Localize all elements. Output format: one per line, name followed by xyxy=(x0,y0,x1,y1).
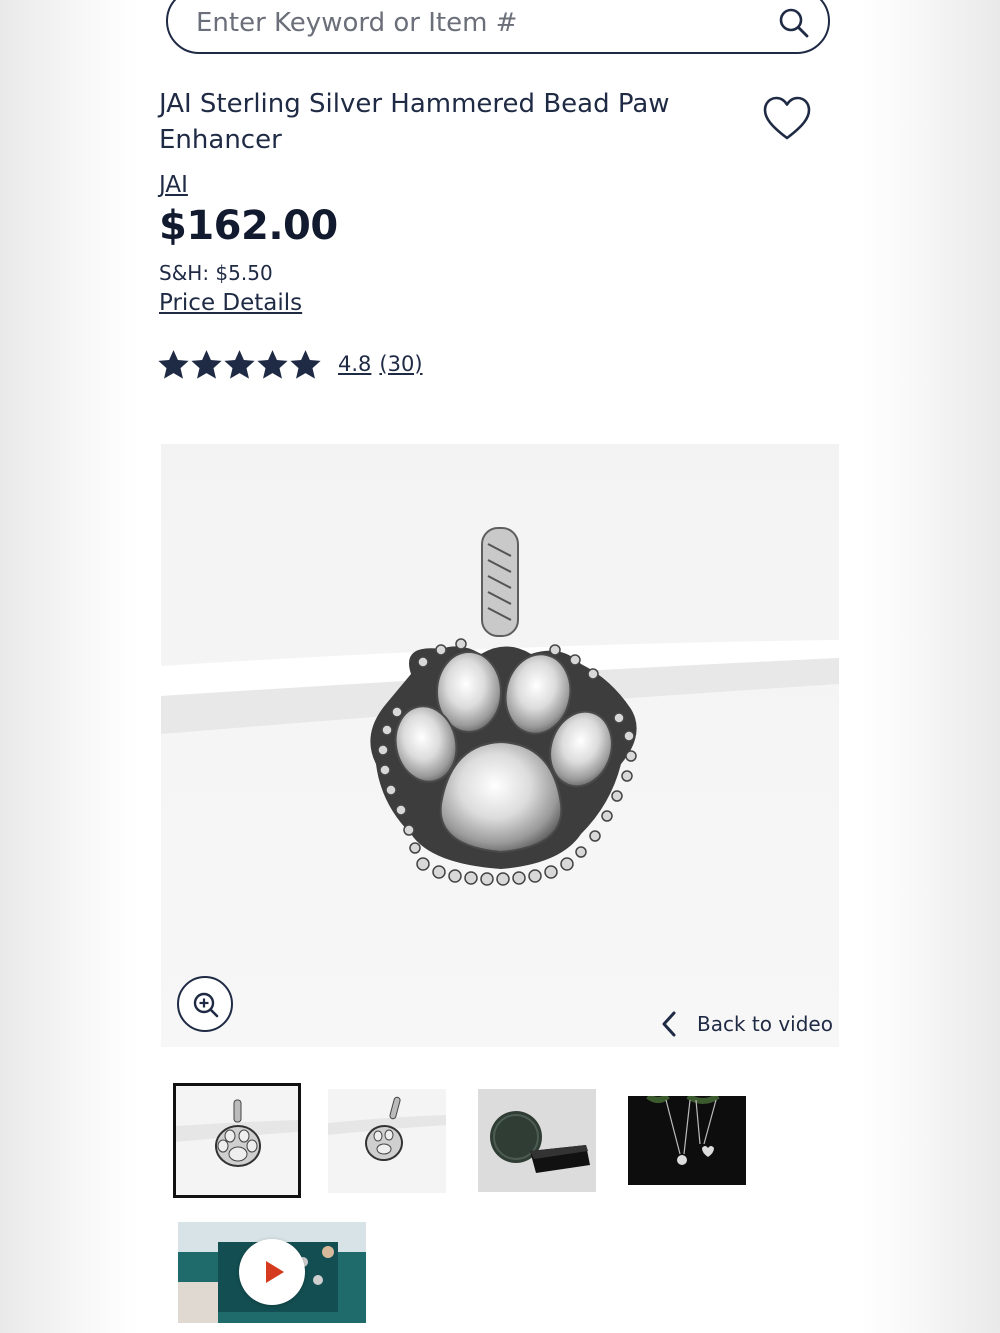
thumbnail-gift-box[interactable] xyxy=(478,1089,596,1192)
main-product-image[interactable]: Back to video xyxy=(161,444,839,1047)
thumbnail-paw-side[interactable] xyxy=(328,1089,446,1193)
star-icon xyxy=(290,349,321,379)
product-price: $162.00 xyxy=(159,203,338,249)
search-input[interactable] xyxy=(194,2,758,44)
review-count[interactable]: (30) xyxy=(379,352,422,376)
rating-value[interactable]: 4.8 xyxy=(338,352,371,376)
thumbnail-paw-front[interactable] xyxy=(173,1083,301,1198)
rating-stars xyxy=(157,348,322,381)
star-icon xyxy=(158,349,189,379)
product-page: JAI Sterling Silver Hammered Bead Paw En… xyxy=(137,0,864,1333)
paw-front-thumbnail-image xyxy=(176,1086,298,1195)
price-details-link[interactable]: Price Details xyxy=(159,290,302,316)
search-icon[interactable] xyxy=(778,7,810,39)
brand-link[interactable]: JAI xyxy=(159,172,188,198)
paw-side-thumbnail-image xyxy=(328,1089,446,1193)
gift-box-thumbnail-image xyxy=(478,1089,596,1192)
paw-pendant-image xyxy=(161,444,839,1047)
rating-summary[interactable]: 4.8 (30) xyxy=(157,344,423,384)
zoom-in-icon xyxy=(193,992,219,1018)
product-title: JAI Sterling Silver Hammered Bead Paw En… xyxy=(159,89,670,155)
heart-icon[interactable] xyxy=(761,94,813,146)
video-thumbnail[interactable] xyxy=(178,1222,366,1323)
back-to-video-label: Back to video xyxy=(697,1012,833,1036)
star-icon xyxy=(224,349,255,379)
search-bar[interactable] xyxy=(166,0,830,54)
thumbnail-model-necklace[interactable] xyxy=(628,1096,746,1185)
chevron-left-icon xyxy=(662,1011,676,1037)
shipping-cost: S&H: $5.50 xyxy=(159,261,273,285)
model-necklace-thumbnail-image xyxy=(628,1096,746,1185)
back-to-video-button[interactable]: Back to video xyxy=(661,1006,833,1042)
zoom-button[interactable] xyxy=(177,976,233,1032)
star-icon xyxy=(257,349,288,379)
play-button[interactable] xyxy=(239,1239,305,1305)
play-icon xyxy=(266,1261,284,1283)
star-icon xyxy=(191,349,222,379)
